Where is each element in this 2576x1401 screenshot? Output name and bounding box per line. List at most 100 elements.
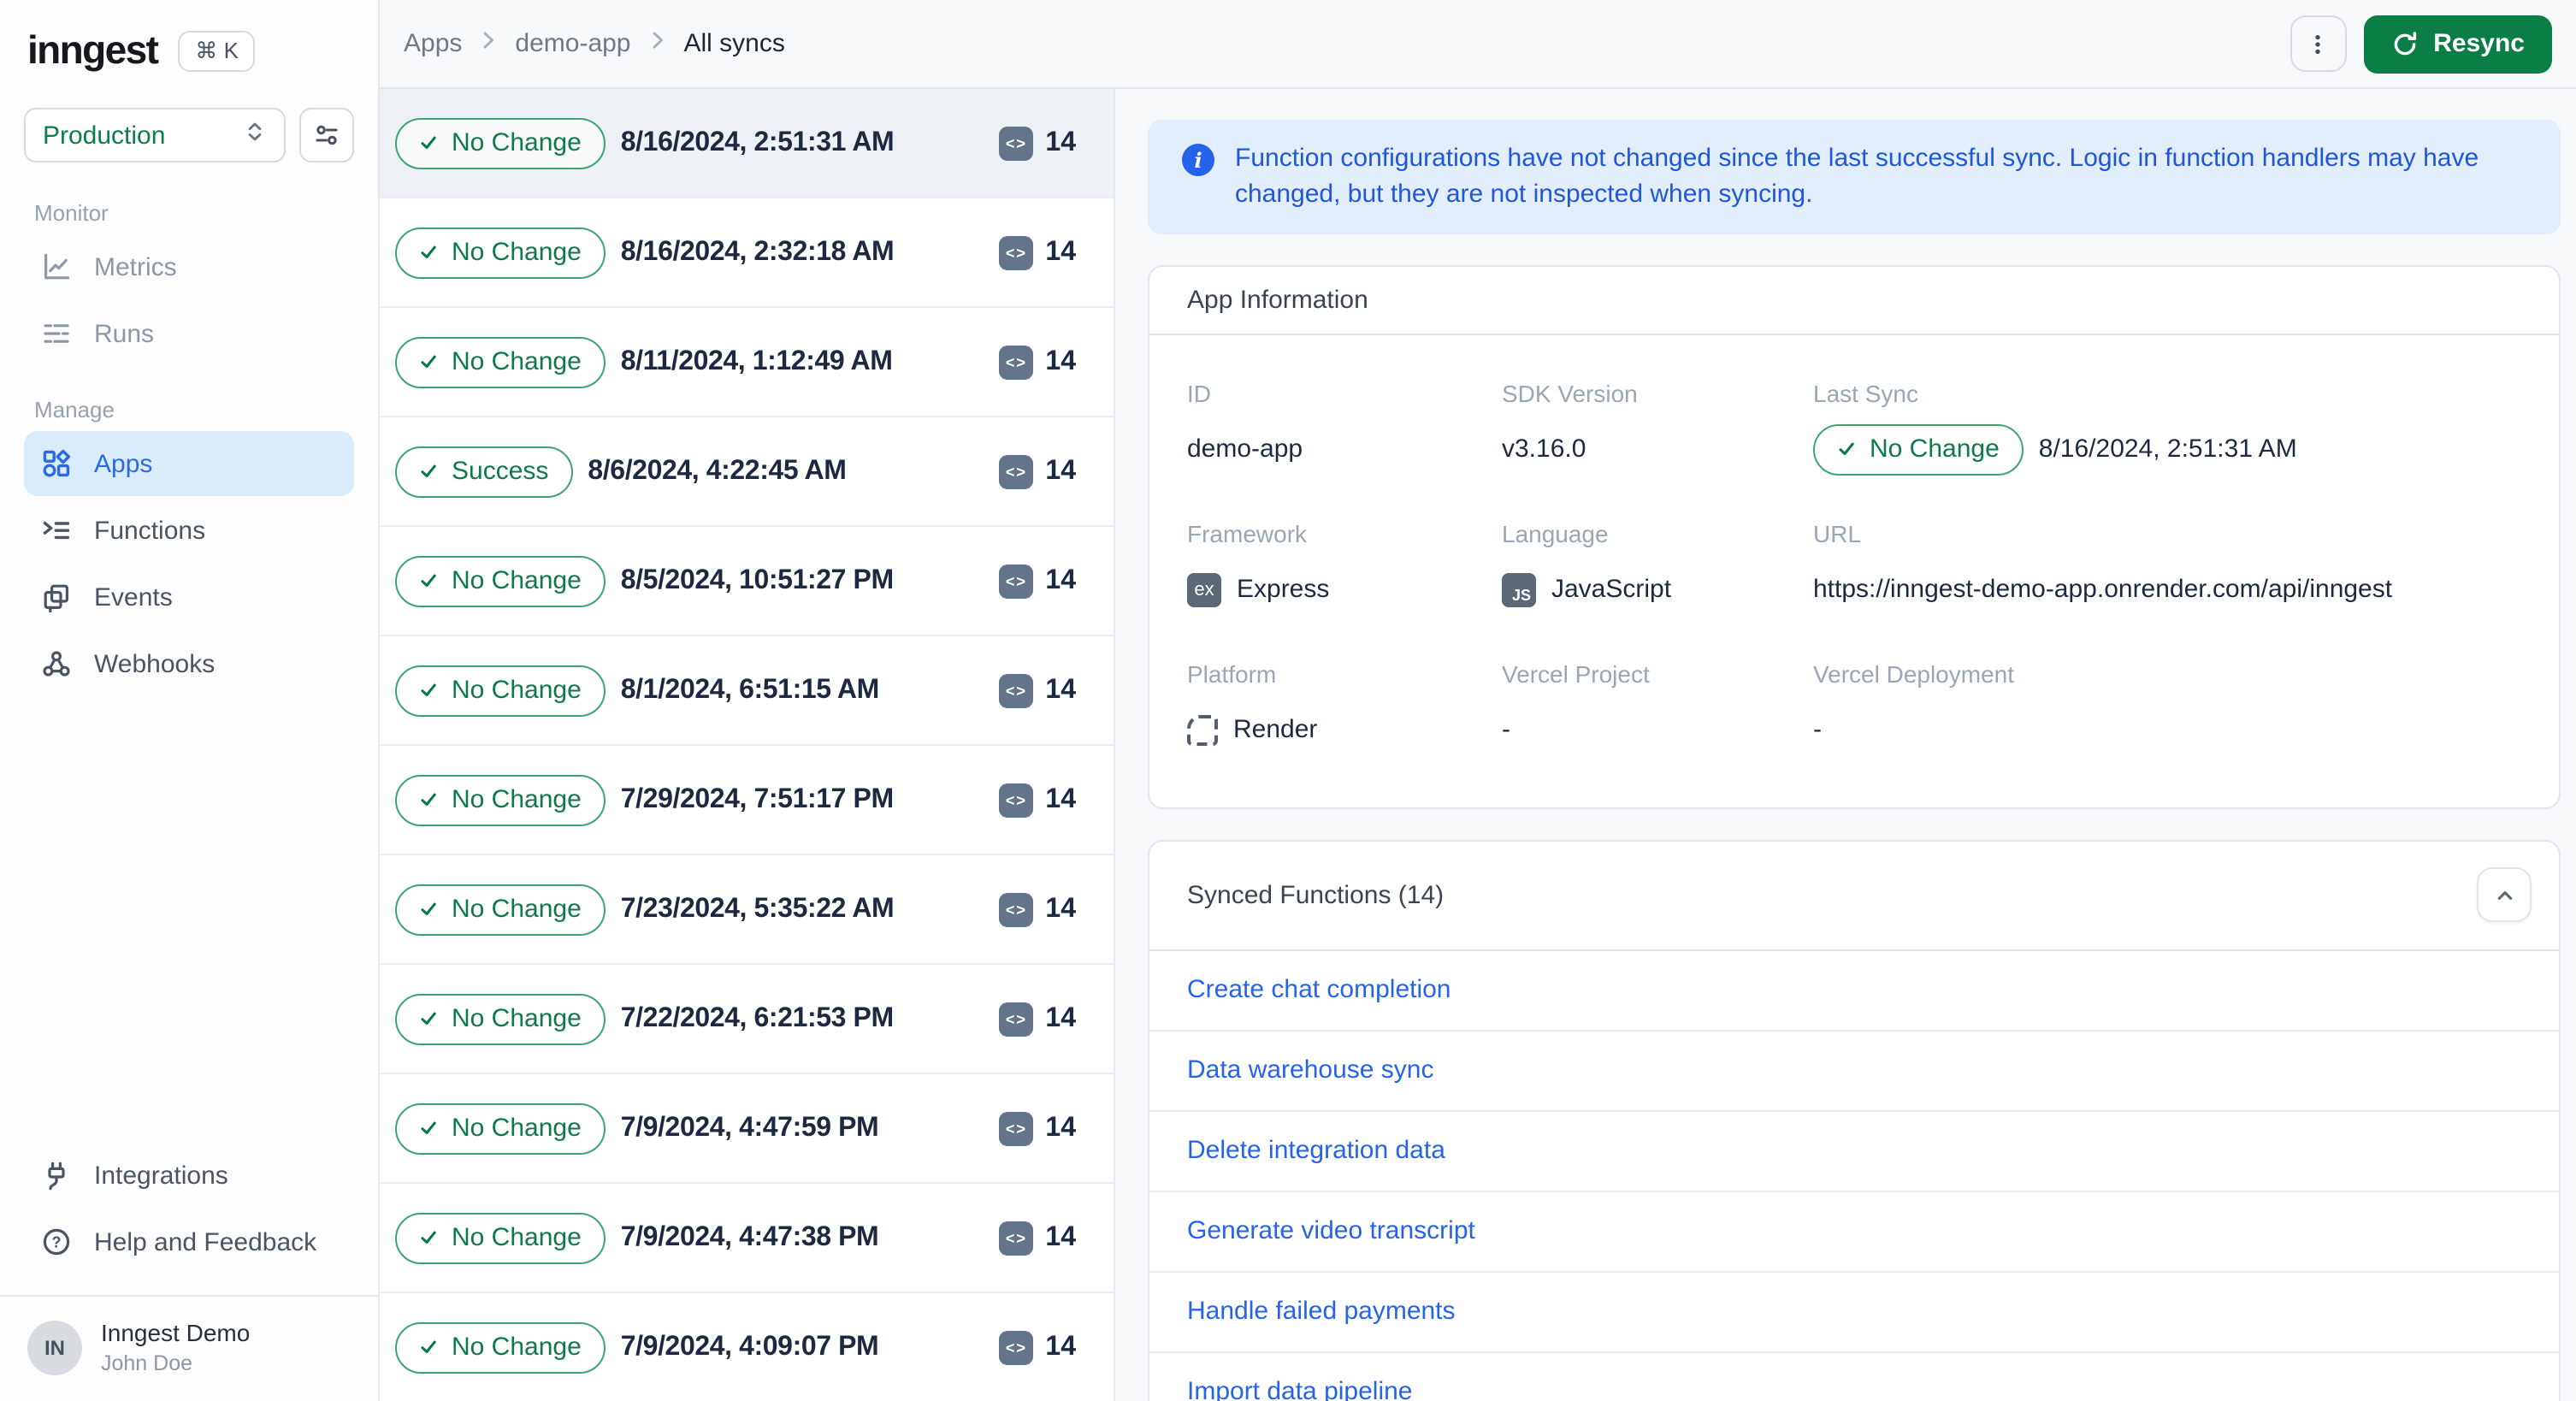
sync-status-label: No Change xyxy=(452,1114,582,1143)
field-label: Vercel Project xyxy=(1502,659,1650,688)
check-icon xyxy=(421,136,436,150)
more-options-button[interactable] xyxy=(2289,15,2347,72)
svg-text:?: ? xyxy=(52,1234,62,1251)
synced-function-link[interactable]: Create chat completion xyxy=(1187,975,1451,1004)
sync-list-item[interactable]: No Change 8/16/2024, 2:32:18 AM <> 14 xyxy=(380,198,1114,308)
sync-list-item[interactable]: No Change 8/5/2024, 10:51:27 PM <> 14 xyxy=(380,527,1114,636)
synced-function-row: Generate video transcript xyxy=(1149,1191,2559,1273)
sync-status-label: Success xyxy=(452,457,549,486)
code-icon: <> xyxy=(999,564,1034,598)
function-count: 14 xyxy=(1045,894,1076,923)
sync-status-label: No Change xyxy=(452,1004,582,1033)
function-count: 14 xyxy=(1045,456,1076,485)
field-value: v3.16.0 xyxy=(1502,434,1586,464)
webhooks-icon xyxy=(41,648,72,679)
synced-function-row: Import data pipeline xyxy=(1149,1352,2559,1401)
sync-list-item[interactable]: No Change 8/11/2024, 1:12:49 AM <> 14 xyxy=(380,308,1114,417)
sidebar-item-label: Apps xyxy=(94,449,153,478)
synced-function-row: Create chat completion xyxy=(1149,950,2559,1032)
sync-list-item[interactable]: No Change 7/29/2024, 7:51:17 PM <> 14 xyxy=(380,746,1114,855)
synced-function-link[interactable]: Delete integration data xyxy=(1187,1136,1445,1165)
sidebar-item-help[interactable]: ? Help and Feedback xyxy=(24,1210,354,1275)
synced-function-link[interactable]: Import data pipeline xyxy=(1187,1377,1413,1401)
sidebar-item-events[interactable]: Events xyxy=(24,565,354,630)
sync-status-label: No Change xyxy=(452,1223,582,1252)
function-count: 14 xyxy=(1045,1003,1076,1032)
sidebar-item-runs[interactable]: Runs xyxy=(24,301,354,366)
section-label-manage: Manage xyxy=(34,397,115,423)
sidebar-nav: Monitor Metrics Runs Manage Apps Functio… xyxy=(0,163,378,698)
code-icon: <> xyxy=(999,235,1034,269)
sidebar-item-metrics[interactable]: Metrics xyxy=(24,234,354,299)
command-k-shortcut[interactable]: ⌘ K xyxy=(178,30,256,71)
sync-status-badge: No Change xyxy=(395,555,606,606)
sidebar: inngest ⌘ K Production Monitor Metrics R… xyxy=(0,0,380,1401)
field-value: demo-app xyxy=(1187,434,1303,464)
function-count: 14 xyxy=(1045,1222,1076,1251)
sync-timestamp: 8/5/2024, 10:51:27 PM xyxy=(620,565,894,594)
synced-function-row: Delete integration data xyxy=(1149,1111,2559,1192)
breadcrumb-demo-app[interactable]: demo-app xyxy=(515,29,630,58)
collapse-button[interactable] xyxy=(2477,867,2532,923)
sidebar-item-label: Runs xyxy=(94,319,155,348)
check-icon xyxy=(421,902,436,916)
app-info-field: Platform Render xyxy=(1187,659,1502,755)
environment-settings-button[interactable] xyxy=(299,108,354,163)
sync-row-meta: <> 14 xyxy=(999,783,1076,817)
chevron-right-icon xyxy=(481,29,496,58)
environment-selector[interactable]: Production xyxy=(24,108,286,163)
field-value: Render xyxy=(1187,704,1502,755)
code-icon: <> xyxy=(999,783,1034,817)
sync-status-badge: No Change xyxy=(395,1321,606,1373)
synced-function-link[interactable]: Handle failed payments xyxy=(1187,1297,1456,1326)
synced-function-link[interactable]: Generate video transcript xyxy=(1187,1216,1475,1245)
sidebar-item-webhooks[interactable]: Webhooks xyxy=(24,631,354,696)
sync-list-item[interactable]: No Change 8/1/2024, 6:51:15 AM <> 14 xyxy=(380,636,1114,746)
breadcrumb-apps[interactable]: Apps xyxy=(404,29,462,58)
chevron-up-icon xyxy=(2496,890,2512,900)
sync-list-item[interactable]: No Change 7/9/2024, 4:47:59 PM <> 14 xyxy=(380,1074,1114,1184)
check-icon xyxy=(421,574,436,588)
sliders-icon xyxy=(316,125,338,145)
chevron-updown-icon xyxy=(243,120,267,151)
sync-list-item[interactable]: Success 8/6/2024, 4:22:45 AM <> 14 xyxy=(380,417,1114,527)
user-menu[interactable]: IN Inngest Demo John Doe xyxy=(24,1298,354,1401)
app-info-field: Vercel Deployment - xyxy=(1813,659,2521,755)
function-count: 14 xyxy=(1045,784,1076,813)
sync-row-meta: <> 14 xyxy=(999,1221,1076,1255)
function-count: 14 xyxy=(1045,565,1076,594)
topbar-actions: Resync xyxy=(2289,15,2552,73)
check-icon xyxy=(421,1012,436,1026)
resync-button[interactable]: Resync xyxy=(2363,15,2552,73)
code-icon: <> xyxy=(999,1111,1034,1145)
sync-list-item[interactable]: No Change 7/9/2024, 4:09:07 PM <> 14 xyxy=(380,1293,1114,1401)
sidebar-item-functions[interactable]: Functions xyxy=(24,498,354,563)
sidebar-item-integrations[interactable]: Integrations xyxy=(24,1144,354,1209)
synced-function-link[interactable]: Data warehouse sync xyxy=(1187,1055,1434,1085)
check-icon xyxy=(421,355,436,369)
sync-row-meta: <> 14 xyxy=(999,1111,1076,1145)
code-icon: <> xyxy=(999,1002,1034,1036)
sync-status-badge: No Change xyxy=(395,1212,606,1263)
functions-icon xyxy=(41,515,72,546)
app-info-field: URL https://inngest-demo-app.onrender.co… xyxy=(1813,519,2521,615)
express-icon: ex xyxy=(1187,572,1221,607)
field-label: SDK Version xyxy=(1502,379,1638,407)
sync-timestamp: 7/23/2024, 5:35:22 AM xyxy=(620,894,895,923)
code-icon: <> xyxy=(999,345,1034,379)
synced-functions-card: Synced Functions (14) Create chat comple… xyxy=(1148,839,2561,1401)
sync-status-label: No Change xyxy=(1870,434,2000,464)
apps-icon xyxy=(41,448,72,479)
sync-list-item[interactable]: No Change 8/16/2024, 2:51:31 AM <> 14 xyxy=(380,89,1114,198)
app-information-header: App Information xyxy=(1149,266,2559,335)
sync-timestamp: 7/29/2024, 7:51:17 PM xyxy=(620,784,894,813)
sidebar-item-label: Events xyxy=(94,582,173,612)
sync-list-item[interactable]: No Change 7/22/2024, 6:21:53 PM <> 14 xyxy=(380,965,1114,1074)
sync-status-label: No Change xyxy=(452,566,582,595)
sync-list-item[interactable]: No Change 7/23/2024, 5:35:22 AM <> 14 xyxy=(380,855,1114,965)
user-name: John Doe xyxy=(101,1351,193,1375)
sidebar-item-apps[interactable]: Apps xyxy=(24,431,354,496)
sync-list-item[interactable]: No Change 7/9/2024, 4:47:38 PM <> 14 xyxy=(380,1184,1114,1293)
inngest-logo[interactable]: inngest xyxy=(27,27,159,74)
code-icon: <> xyxy=(999,673,1034,707)
